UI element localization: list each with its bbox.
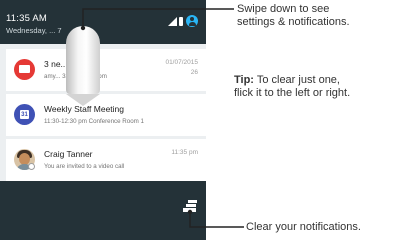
callout-lines xyxy=(80,8,244,228)
tip-line1: To clear just one, xyxy=(253,74,340,86)
clear-callout: Clear your notifications. xyxy=(246,221,361,233)
tip-callout: Tip: To clear just one, flick it to the … xyxy=(234,74,350,100)
swipe-callout-dot xyxy=(80,25,86,31)
swipe-callout-line xyxy=(82,8,234,28)
swipe-callout: Swipe down to see settings & notificatio… xyxy=(237,3,350,29)
clear-callout-dot xyxy=(187,209,193,215)
clear-callout-line xyxy=(189,212,244,228)
swipe-callout-line2: settings & notifications. xyxy=(237,16,350,28)
tip-label: Tip: xyxy=(234,74,254,86)
tip-line2: flick it to the left or right. xyxy=(234,87,351,99)
swipe-callout-line1: Swipe down to see xyxy=(237,3,330,15)
